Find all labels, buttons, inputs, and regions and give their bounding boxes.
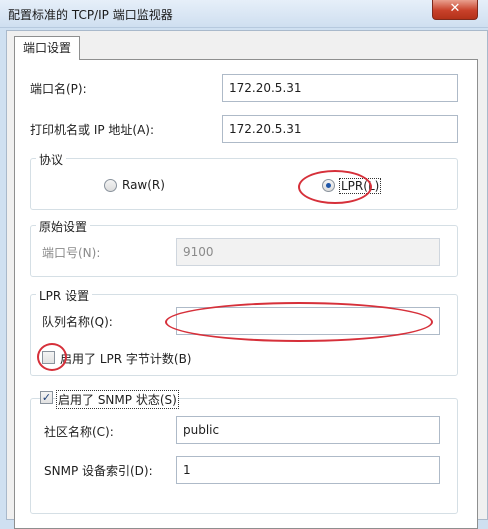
snmp-device-index-field[interactable]: 1 — [176, 456, 440, 484]
raw-radio-label: Raw(R) — [122, 178, 165, 192]
lpr-byte-count-checkbox[interactable] — [42, 351, 55, 364]
community-name-label: 社区名称(C): — [44, 425, 114, 439]
queue-name-label: 队列名称(Q): — [42, 315, 113, 329]
lpr-radio-label: LPR(L) — [339, 178, 382, 194]
radio-selected-dot — [326, 183, 331, 188]
port-name-field[interactable]: 172.20.5.31 — [222, 74, 458, 102]
tab-port-settings[interactable]: 端口设置 — [14, 36, 81, 60]
printer-address-label: 打印机名或 IP 地址(A): — [30, 123, 155, 137]
snmp-enabled-label: 启用了 SNMP 状态(S) — [56, 390, 179, 409]
port-name-label: 端口名(P): — [30, 82, 87, 96]
community-name-field[interactable]: public — [176, 416, 440, 444]
raw-radio[interactable] — [104, 179, 117, 192]
port-number-label: 端口号(N): — [42, 246, 101, 260]
close-icon: ✕ — [449, 1, 461, 16]
lpr-settings-group-label: LPR 设置 — [36, 287, 93, 304]
check-mark-icon: ✓ — [41, 391, 52, 404]
printer-address-field[interactable]: 172.20.5.31 — [222, 115, 458, 143]
title-bar: 配置标准的 TCP/IP 端口监视器 ✕ — [0, 0, 488, 28]
raw-settings-group-label: 原始设置 — [36, 218, 91, 235]
lpr-byte-count-label: 启用了 LPR 字节计数(B) — [60, 352, 192, 366]
queue-name-field[interactable] — [176, 307, 440, 335]
window-title: 配置标准的 TCP/IP 端口监视器 — [8, 8, 173, 22]
port-number-field[interactable]: 9100 — [176, 238, 440, 266]
protocol-group-label: 协议 — [36, 151, 67, 168]
snmp-enabled-checkbox[interactable]: ✓ — [40, 391, 53, 404]
snmp-device-index-label: SNMP 设备索引(D): — [44, 464, 153, 478]
lpr-radio[interactable] — [322, 179, 335, 192]
protocol-group — [30, 158, 458, 210]
tab-label: 端口设置 — [23, 41, 72, 55]
close-button[interactable]: ✕ — [432, 0, 478, 20]
